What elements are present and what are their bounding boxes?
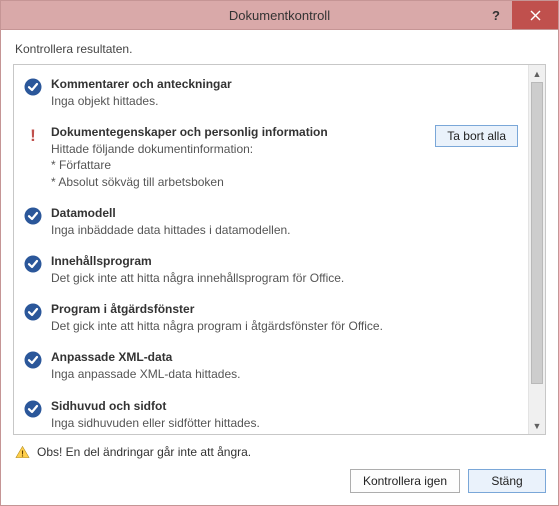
result-body: Program i åtgärdsfönster Det gick inte at… — [51, 302, 518, 334]
scroll-thumb[interactable] — [531, 82, 543, 384]
remove-all-button[interactable]: Ta bort alla — [435, 125, 518, 147]
result-title: Sidhuvud och sidfot — [51, 399, 518, 413]
result-body: Sidhuvud och sidfot Inga sidhuvuden eller… — [51, 399, 518, 431]
check-icon — [24, 207, 42, 225]
result-item: Anpassade XML-data Inga anpassade XML-dat… — [14, 342, 528, 390]
svg-text:!: ! — [21, 449, 24, 459]
result-line: * Absolut sökväg till arbetsboken — [51, 174, 418, 190]
scroll-down-button[interactable]: ▼ — [529, 417, 545, 434]
check-icon — [24, 303, 42, 321]
titlebar-buttons: ? — [480, 1, 558, 29]
dialog-window: Dokumentkontroll ? Kontrollera resultate… — [0, 0, 559, 506]
result-body: Dokumentegenskaper och personlig informa… — [51, 125, 418, 190]
footer-warning: ! Obs! En del ändringar går inte att ång… — [13, 435, 546, 469]
result-title: Datamodell — [51, 206, 518, 220]
result-line: Hittade följande dokumentinformation: — [51, 141, 418, 157]
close-dialog-button[interactable]: Stäng — [468, 469, 546, 493]
result-item: Innehållsprogram Det gick inte att hitta … — [14, 246, 528, 294]
result-item: Datamodell Inga inbäddade data hittades i… — [14, 198, 528, 246]
result-line: * Författare — [51, 157, 418, 173]
result-item: ! Dokumentegenskaper och personlig inform… — [14, 117, 528, 198]
result-title: Dokumentegenskaper och personlig informa… — [51, 125, 418, 139]
warning-icon: ! — [15, 445, 30, 459]
result-item: Sidhuvud och sidfot Inga sidhuvuden eller… — [14, 391, 528, 435]
instruction-text: Kontrollera resultaten. — [13, 40, 546, 64]
check-icon — [24, 351, 42, 369]
result-item: Kommentarer och anteckningar Inga objekt … — [14, 69, 528, 117]
check-icon — [24, 78, 42, 96]
result-description: Inga objekt hittades. — [51, 93, 518, 109]
result-line: Inga inbäddade data hittades i datamodel… — [51, 222, 518, 238]
scrollbar[interactable]: ▲ ▼ — [528, 65, 545, 434]
result-line: Inga objekt hittades. — [51, 93, 518, 109]
result-description: Inga inbäddade data hittades i datamodel… — [51, 222, 518, 238]
result-title: Kommentarer och anteckningar — [51, 77, 518, 91]
check-icon — [24, 255, 42, 273]
dialog-title: Dokumentkontroll — [1, 8, 558, 23]
result-description: Det gick inte att hitta några program i … — [51, 318, 518, 334]
result-title: Program i åtgärdsfönster — [51, 302, 518, 316]
result-item: Program i åtgärdsfönster Det gick inte at… — [14, 294, 528, 342]
result-description: Inga anpassade XML-data hittades. — [51, 366, 518, 382]
results-frame: Kommentarer och anteckningar Inga objekt … — [13, 64, 546, 435]
close-button[interactable] — [512, 1, 558, 29]
reinspect-button[interactable]: Kontrollera igen — [350, 469, 460, 493]
result-description: Det gick inte att hitta några innehållsp… — [51, 270, 518, 286]
titlebar: Dokumentkontroll ? — [1, 1, 558, 30]
alert-icon: ! — [24, 126, 42, 144]
close-icon — [530, 10, 541, 21]
result-description: Inga sidhuvuden eller sidfötter hittades… — [51, 415, 518, 431]
result-line: Inga anpassade XML-data hittades. — [51, 366, 518, 382]
result-title: Anpassade XML-data — [51, 350, 518, 364]
result-title: Innehållsprogram — [51, 254, 518, 268]
button-row: Kontrollera igen Stäng — [1, 469, 558, 505]
footer-warning-text: Obs! En del ändringar går inte att ångra… — [37, 445, 251, 459]
result-body: Innehållsprogram Det gick inte att hitta … — [51, 254, 518, 286]
results-list: Kommentarer och anteckningar Inga objekt … — [14, 65, 528, 434]
result-line: Inga sidhuvuden eller sidfötter hittades… — [51, 415, 518, 431]
svg-text:!: ! — [30, 126, 36, 144]
scroll-up-button[interactable]: ▲ — [529, 65, 545, 82]
result-description: Hittade följande dokumentinformation:* F… — [51, 141, 418, 190]
check-icon — [24, 400, 42, 418]
result-action: Ta bort alla — [435, 125, 518, 147]
result-body: Anpassade XML-data Inga anpassade XML-dat… — [51, 350, 518, 382]
scroll-track[interactable] — [529, 82, 545, 417]
help-button[interactable]: ? — [480, 1, 512, 29]
result-line: Det gick inte att hitta några innehållsp… — [51, 270, 518, 286]
dialog-content: Kontrollera resultaten. Kommentarer och … — [1, 30, 558, 469]
result-body: Datamodell Inga inbäddade data hittades i… — [51, 206, 518, 238]
result-line: Det gick inte att hitta några program i … — [51, 318, 518, 334]
result-body: Kommentarer och anteckningar Inga objekt … — [51, 77, 518, 109]
